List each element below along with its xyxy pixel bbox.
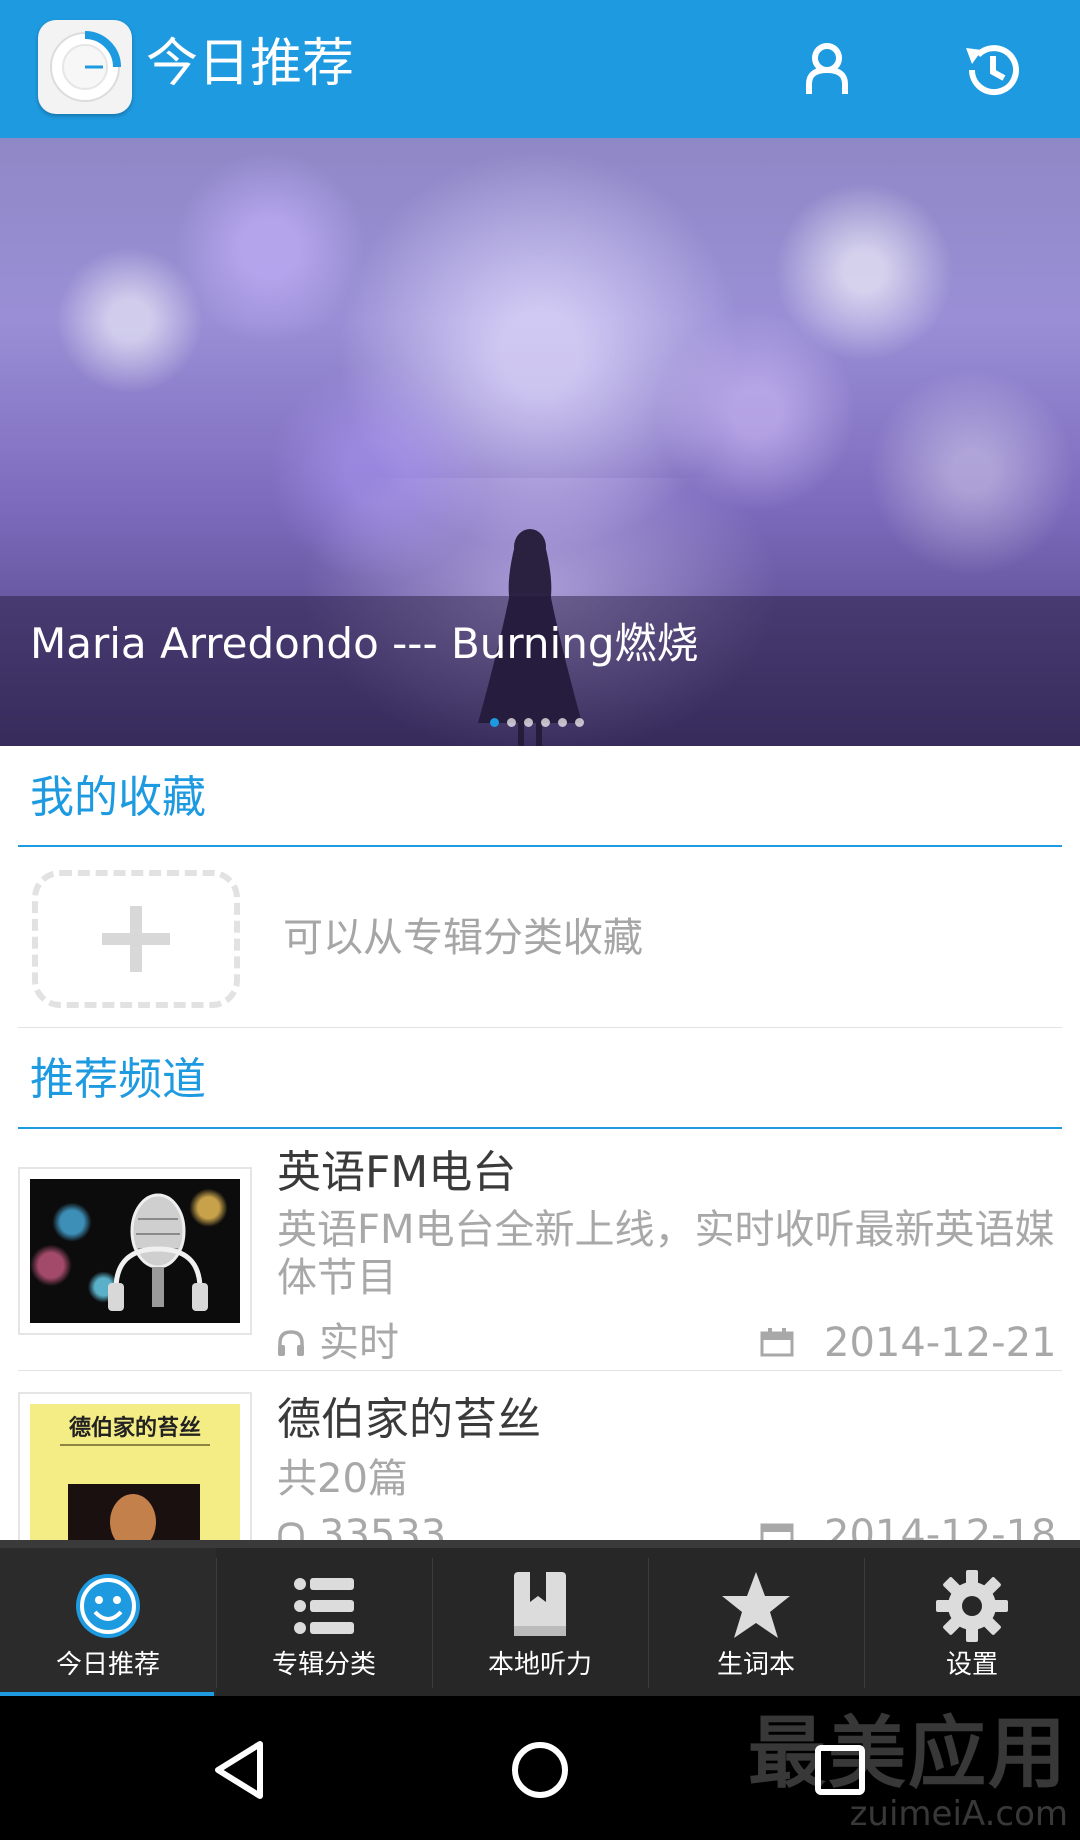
- star-icon: [722, 1572, 790, 1638]
- tab-label: 本地听力: [487, 1650, 592, 1680]
- app-logo-icon: [38, 20, 132, 114]
- listen-info-text: 实时: [319, 1320, 399, 1366]
- back-icon[interactable]: [200, 1730, 280, 1810]
- tab-local-listening[interactable]: 本地听力: [432, 1548, 648, 1696]
- bottom-navigation: 今日推荐 专辑分类 本地听力 生词本 设置: [0, 1540, 1080, 1698]
- book-icon: [514, 1572, 566, 1636]
- calendar-icon: [760, 1328, 794, 1357]
- page-title: 今日推荐: [146, 34, 355, 94]
- tab-albums[interactable]: 专辑分类: [216, 1548, 432, 1696]
- channel-description: 英语FM电台全新上线，实时收听最新英语媒体节目: [277, 1207, 1055, 1301]
- user-icon[interactable]: [795, 38, 859, 102]
- history-icon[interactable]: [960, 38, 1024, 102]
- tab-label: 生词本: [716, 1650, 795, 1680]
- book-cover-title: 德伯家的苔丝: [68, 1415, 201, 1441]
- page-dot: [490, 718, 499, 727]
- channel-title: 英语FM电台: [277, 1147, 517, 1198]
- row-divider: [18, 1027, 1062, 1028]
- channel-thumbnail: [18, 1167, 252, 1335]
- tab-settings[interactable]: 设置: [864, 1548, 1080, 1696]
- microphone-image: [30, 1179, 240, 1323]
- add-favorite-button[interactable]: [32, 870, 240, 1008]
- watermark-en: zuimeiA.com: [849, 1794, 1068, 1834]
- tab-label: 设置: [945, 1650, 998, 1680]
- featured-banner[interactable]: Maria Arredondo --- Burning燃烧: [0, 138, 1080, 746]
- recommended-section-title: 推荐频道: [30, 1054, 206, 1105]
- favorites-section-title: 我的收藏: [30, 772, 206, 823]
- channel-description: 共20篇: [277, 1456, 408, 1502]
- date-info: 2014-12-21: [760, 1318, 1056, 1368]
- row-divider: [18, 1370, 1062, 1371]
- banner-caption: Maria Arredondo --- Burning燃烧: [30, 619, 699, 668]
- page-dot: [507, 718, 516, 727]
- favorites-empty-hint: 可以从专辑分类收藏: [283, 915, 643, 961]
- tab-vocabulary[interactable]: 生词本: [648, 1548, 864, 1696]
- tab-label: 今日推荐: [55, 1650, 160, 1680]
- watermark-cn: 最美应用: [747, 1709, 1068, 1799]
- listen-info: 实时: [275, 1318, 399, 1368]
- app-header: 今日推荐: [0, 0, 1080, 138]
- section-divider: [18, 1127, 1062, 1129]
- list-icon: [294, 1578, 354, 1634]
- tab-label: 专辑分类: [271, 1650, 376, 1680]
- section-divider: [18, 845, 1062, 847]
- page-dot: [558, 718, 567, 727]
- gear-icon: [936, 1570, 1008, 1642]
- page-dot: [541, 718, 550, 727]
- page-dot: [575, 718, 584, 727]
- watermark: 最美应用 zuimeiA.com: [748, 1712, 1068, 1832]
- book-cover-image: 德伯家的苔丝: [30, 1404, 240, 1560]
- banner-page-indicator: [490, 718, 584, 730]
- channel-title: 德伯家的苔丝: [277, 1394, 541, 1445]
- headphones-icon: [278, 1330, 304, 1356]
- page-dot: [524, 718, 533, 727]
- tab-today[interactable]: 今日推荐: [0, 1548, 216, 1698]
- date-text: 2014-12-21: [824, 1320, 1057, 1366]
- home-icon[interactable]: [500, 1730, 580, 1810]
- smiley-icon: [76, 1574, 140, 1638]
